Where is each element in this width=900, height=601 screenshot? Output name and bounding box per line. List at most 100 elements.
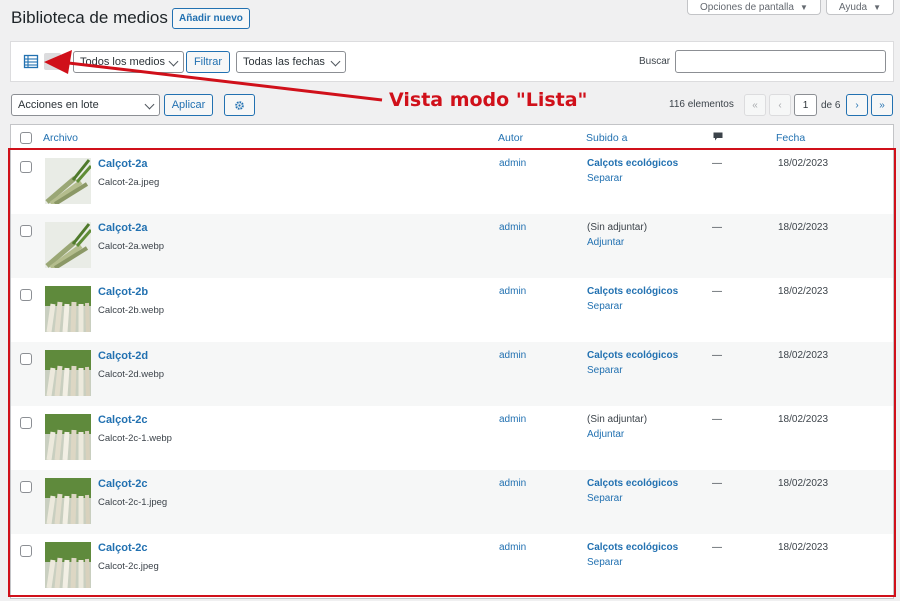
uploaded-to[interactable]: Calçots ecológicos (587, 478, 678, 489)
comments-count: — (712, 542, 722, 553)
row-checkbox[interactable] (20, 161, 32, 173)
row-checkbox[interactable] (20, 545, 32, 557)
author-link[interactable]: admin (499, 286, 526, 297)
search-label: Buscar (639, 56, 671, 67)
gear-icon (235, 100, 244, 110)
thumbnail-image[interactable] (45, 222, 91, 268)
last-page-button[interactable]: » (871, 94, 893, 116)
settings-gear-button[interactable] (224, 94, 255, 116)
comments-count: — (712, 478, 722, 489)
annotation-label: Vista modo "Lista" (389, 89, 588, 111)
thumbnail-image[interactable] (45, 350, 91, 396)
date-filter-select[interactable]: Todas las fechas (236, 51, 346, 73)
date-filter-value: Todas las fechas (243, 56, 325, 68)
column-date[interactable]: Fecha (776, 132, 805, 144)
column-uploaded-to[interactable]: Subido a (586, 132, 627, 144)
author-link[interactable]: admin (499, 414, 526, 425)
comments-count: — (712, 414, 722, 425)
media-type-value: Todos los medios (80, 56, 165, 68)
upload-date: 18/02/2023 (778, 286, 829, 297)
media-title-link[interactable]: Calçot-2c (98, 478, 148, 490)
comments-count: — (712, 158, 722, 169)
prev-page-button[interactable]: ‹ (769, 94, 791, 116)
media-title-link[interactable]: Calçot-2c (98, 414, 148, 426)
row-checkbox[interactable] (20, 353, 32, 365)
uploaded-to[interactable]: Calçots ecológicos (587, 286, 678, 297)
grid-view-icon[interactable] (44, 53, 61, 70)
media-title-link[interactable]: Calçot-2a (98, 158, 148, 170)
items-count: 116 elementos (669, 99, 734, 110)
thumbnail-image[interactable] (45, 542, 91, 588)
upload-date: 18/02/2023 (778, 478, 829, 489)
table-row: Calçot-2a Calcot-2a.jpeg admin Calçots e… (11, 150, 893, 214)
thumbnail-image[interactable] (45, 414, 91, 460)
screen-options-label: Opciones de pantalla (700, 1, 794, 13)
media-title-link[interactable]: Calçot-2d (98, 350, 148, 362)
row-checkbox[interactable] (20, 481, 32, 493)
comment-icon[interactable] (713, 132, 723, 141)
media-type-select[interactable]: Todos los medios (73, 51, 184, 73)
media-filename: Calcot-2a.webp (98, 241, 165, 252)
attach-link[interactable]: Adjuntar (587, 429, 624, 440)
media-filename: Calcot-2c-1.jpeg (98, 497, 168, 508)
row-checkbox[interactable] (20, 417, 32, 429)
first-page-button[interactable]: « (744, 94, 766, 116)
comments-count: — (712, 222, 722, 233)
attach-link[interactable]: Adjuntar (587, 237, 624, 248)
screen-options-tab[interactable]: Opciones de pantalla ▼ (687, 0, 821, 15)
row-checkbox[interactable] (20, 225, 32, 237)
add-new-button[interactable]: Añadir nuevo (172, 8, 250, 29)
detach-link[interactable]: Separar (587, 493, 623, 504)
media-title-link[interactable]: Calçot-2c (98, 542, 148, 554)
upload-date: 18/02/2023 (778, 542, 829, 553)
detach-link[interactable]: Separar (587, 173, 623, 184)
list-view-icon[interactable] (23, 53, 40, 70)
author-link[interactable]: admin (499, 158, 526, 169)
table-row: Calçot-2b Calcot-2b.webp admin Calçots e… (11, 278, 893, 342)
bulk-actions-select[interactable]: Acciones en lote (11, 94, 160, 116)
uploaded-to[interactable]: Calçots ecológicos (587, 542, 678, 553)
search-input[interactable] (675, 50, 886, 73)
table-row: Calçot-2d Calcot-2d.webp admin Calçots e… (11, 342, 893, 406)
thumbnail-image[interactable] (45, 286, 91, 332)
caret-down-icon: ▼ (799, 2, 808, 12)
column-file[interactable]: Archivo (43, 132, 78, 144)
table-row: Calçot-2c Calcot-2c.jpeg admin Calçots e… (11, 534, 893, 598)
next-page-button[interactable]: › (846, 94, 868, 116)
chevron-down-icon (144, 99, 155, 110)
select-all-checkbox[interactable] (20, 132, 32, 144)
author-link[interactable]: admin (499, 542, 526, 553)
author-link[interactable]: admin (499, 222, 526, 233)
help-tab[interactable]: Ayuda ▼ (825, 0, 894, 15)
upload-date: 18/02/2023 (778, 158, 829, 169)
detach-link[interactable]: Separar (587, 365, 623, 376)
page-title: Biblioteca de medios (11, 8, 168, 27)
column-author[interactable]: Autor (498, 132, 523, 144)
author-link[interactable]: admin (499, 478, 526, 489)
uploaded-to[interactable]: Calçots ecológicos (587, 350, 678, 361)
detach-link[interactable]: Separar (587, 557, 623, 568)
row-checkbox[interactable] (20, 289, 32, 301)
upload-date: 18/02/2023 (778, 414, 829, 425)
comments-count: — (712, 350, 722, 361)
detach-link[interactable]: Separar (587, 301, 623, 312)
table-row: Calçot-2c Calcot-2c-1.jpeg admin Calçots… (11, 470, 893, 534)
uploaded-to: (Sin adjuntar) (587, 414, 648, 425)
filter-button[interactable]: Filtrar (186, 51, 230, 73)
media-title-link[interactable]: Calçot-2a (98, 222, 148, 234)
media-filename: Calcot-2b.webp (98, 305, 165, 316)
apply-button[interactable]: Aplicar (164, 94, 213, 116)
media-list-table: Archivo Autor Subido a Fecha Calçot-2a C… (10, 124, 894, 599)
current-page-input[interactable]: 1 (794, 94, 817, 116)
thumbnail-image[interactable] (45, 158, 91, 204)
media-title-link[interactable]: Calçot-2b (98, 286, 148, 298)
media-filename: Calcot-2a.jpeg (98, 177, 160, 188)
upload-date: 18/02/2023 (778, 350, 829, 361)
caret-down-icon: ▼ (873, 2, 881, 12)
thumbnail-image[interactable] (45, 478, 91, 524)
author-link[interactable]: admin (499, 350, 526, 361)
uploaded-to: (Sin adjuntar) (587, 222, 648, 233)
uploaded-to[interactable]: Calçots ecológicos (587, 158, 678, 169)
upload-date: 18/02/2023 (778, 222, 829, 233)
table-row: Calçot-2c Calcot-2c-1.webp admin (Sin ad… (11, 406, 893, 470)
